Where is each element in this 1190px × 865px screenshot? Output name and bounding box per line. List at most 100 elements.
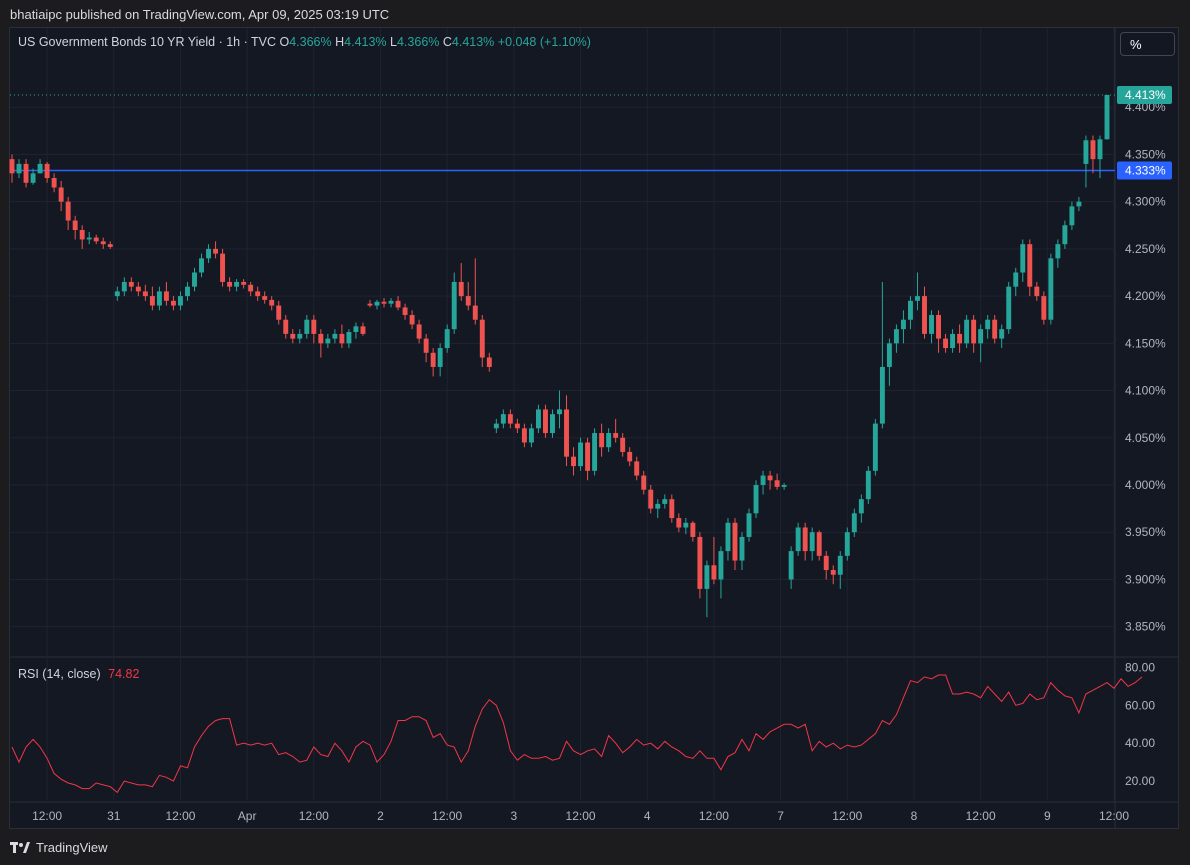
candle-body bbox=[851, 513, 857, 533]
candle-body bbox=[23, 163, 29, 183]
candle-body bbox=[521, 428, 527, 443]
candle-body bbox=[985, 319, 991, 330]
candle-body bbox=[711, 565, 717, 580]
candle-body bbox=[550, 414, 555, 434]
open-value: 4.366% bbox=[289, 35, 332, 49]
price-tick-label: 4.250% bbox=[1125, 242, 1166, 256]
candle-body bbox=[528, 428, 534, 443]
candle-body bbox=[437, 348, 443, 367]
candle-body bbox=[837, 555, 843, 575]
high-value: 4.413% bbox=[344, 35, 387, 49]
chart-canvas[interactable]: 4.400%4.350%4.300%4.250%4.200%4.150%4.10… bbox=[0, 0, 1190, 865]
candle-body bbox=[718, 551, 724, 580]
candle-body bbox=[142, 291, 148, 297]
candle-body bbox=[395, 300, 401, 308]
candle-body bbox=[908, 300, 913, 320]
candle-body bbox=[858, 499, 864, 514]
candle-body bbox=[1062, 225, 1068, 245]
candle-body bbox=[79, 230, 85, 240]
candle-body bbox=[690, 522, 696, 537]
symbol-legend: US Government Bonds 10 YR Yield · 1h · T… bbox=[18, 35, 591, 49]
candle-body bbox=[676, 518, 682, 528]
candle-body bbox=[44, 163, 50, 179]
rsi-label[interactable]: RSI (14, close) bbox=[18, 667, 101, 681]
time-tick-label: 12:00 bbox=[966, 809, 996, 823]
hline-price-label: 4.333% bbox=[1125, 164, 1166, 178]
candle-body bbox=[1097, 139, 1103, 160]
footer-brand-label: TradingView bbox=[36, 840, 108, 855]
candles-layer bbox=[9, 94, 1110, 618]
time-tick-label: 8 bbox=[911, 809, 918, 823]
candle-body bbox=[248, 284, 254, 292]
candle-body bbox=[943, 338, 949, 349]
candle-body bbox=[788, 551, 794, 580]
candle-body bbox=[1076, 201, 1082, 207]
candle-body bbox=[599, 433, 605, 448]
candle-body bbox=[318, 333, 324, 344]
candle-body bbox=[58, 187, 64, 202]
time-tick-label: 31 bbox=[107, 809, 121, 823]
candle-body bbox=[620, 437, 626, 452]
candle-body bbox=[816, 532, 822, 556]
candle-body bbox=[430, 352, 436, 367]
candle-body bbox=[388, 300, 394, 304]
time-tick-label: 12:00 bbox=[432, 809, 462, 823]
price-tick-label: 4.350% bbox=[1125, 147, 1166, 161]
time-tick-label: 12:00 bbox=[165, 809, 195, 823]
candle-body bbox=[592, 433, 598, 471]
horizontal-line-layer bbox=[10, 94, 1115, 172]
candle-body bbox=[1069, 206, 1075, 226]
time-tick-label: 4 bbox=[644, 809, 651, 823]
open-label: O bbox=[279, 35, 290, 49]
candle-body bbox=[543, 409, 548, 434]
candle-body bbox=[669, 499, 675, 519]
candle-body bbox=[627, 451, 633, 462]
candle-body bbox=[444, 329, 450, 349]
candle-body bbox=[276, 305, 282, 320]
candle-body bbox=[732, 522, 738, 561]
candle-body bbox=[185, 286, 190, 297]
candle-body bbox=[402, 307, 408, 315]
candle-body bbox=[500, 414, 506, 424]
candle-body bbox=[893, 329, 899, 344]
candle-body bbox=[30, 173, 36, 183]
candle-body bbox=[1048, 258, 1054, 320]
candle-body bbox=[634, 461, 640, 476]
candle-body bbox=[156, 291, 162, 306]
candle-body bbox=[262, 296, 268, 300]
price-tick-label: 3.950% bbox=[1125, 525, 1166, 539]
candle-body bbox=[128, 281, 134, 287]
candle-body bbox=[16, 163, 22, 174]
close-value: 4.413% bbox=[451, 35, 495, 49]
candle-body bbox=[465, 296, 471, 306]
symbol-title[interactable]: US Government Bonds 10 YR Yield · 1h · T… bbox=[18, 35, 276, 49]
candle-body bbox=[353, 326, 359, 332]
candle-body bbox=[451, 281, 457, 330]
candle-body bbox=[929, 315, 934, 334]
candle-body bbox=[121, 281, 127, 292]
candle-body bbox=[227, 281, 233, 287]
candle-body bbox=[332, 333, 338, 339]
candle-body bbox=[535, 409, 541, 429]
price-unit-button[interactable]: % bbox=[1120, 32, 1175, 56]
price-tick-label: 3.850% bbox=[1125, 620, 1166, 634]
candle-body bbox=[648, 489, 654, 509]
time-tick-label: Apr bbox=[238, 809, 257, 823]
time-tick-label: 3 bbox=[511, 809, 518, 823]
low-value: 4.366% bbox=[396, 35, 440, 49]
candle-body bbox=[1020, 244, 1026, 273]
candle-body bbox=[458, 281, 464, 297]
rsi-tick-label: 20.00 bbox=[1125, 774, 1155, 788]
candle-body bbox=[922, 296, 927, 334]
price-tick-label: 4.000% bbox=[1125, 478, 1166, 492]
candle-body bbox=[304, 319, 310, 334]
price-tick-label: 4.150% bbox=[1125, 336, 1166, 350]
candle-body bbox=[978, 329, 984, 344]
candle-body bbox=[1104, 94, 1110, 140]
candle-body bbox=[114, 291, 120, 297]
price-tick-label: 4.200% bbox=[1125, 289, 1166, 303]
time-tick-label: 7 bbox=[777, 809, 784, 823]
rsi-tick-label: 40.00 bbox=[1125, 736, 1155, 750]
footer-brand[interactable]: TradingView bbox=[10, 840, 108, 855]
rsi-tick-label: 80.00 bbox=[1125, 660, 1155, 674]
